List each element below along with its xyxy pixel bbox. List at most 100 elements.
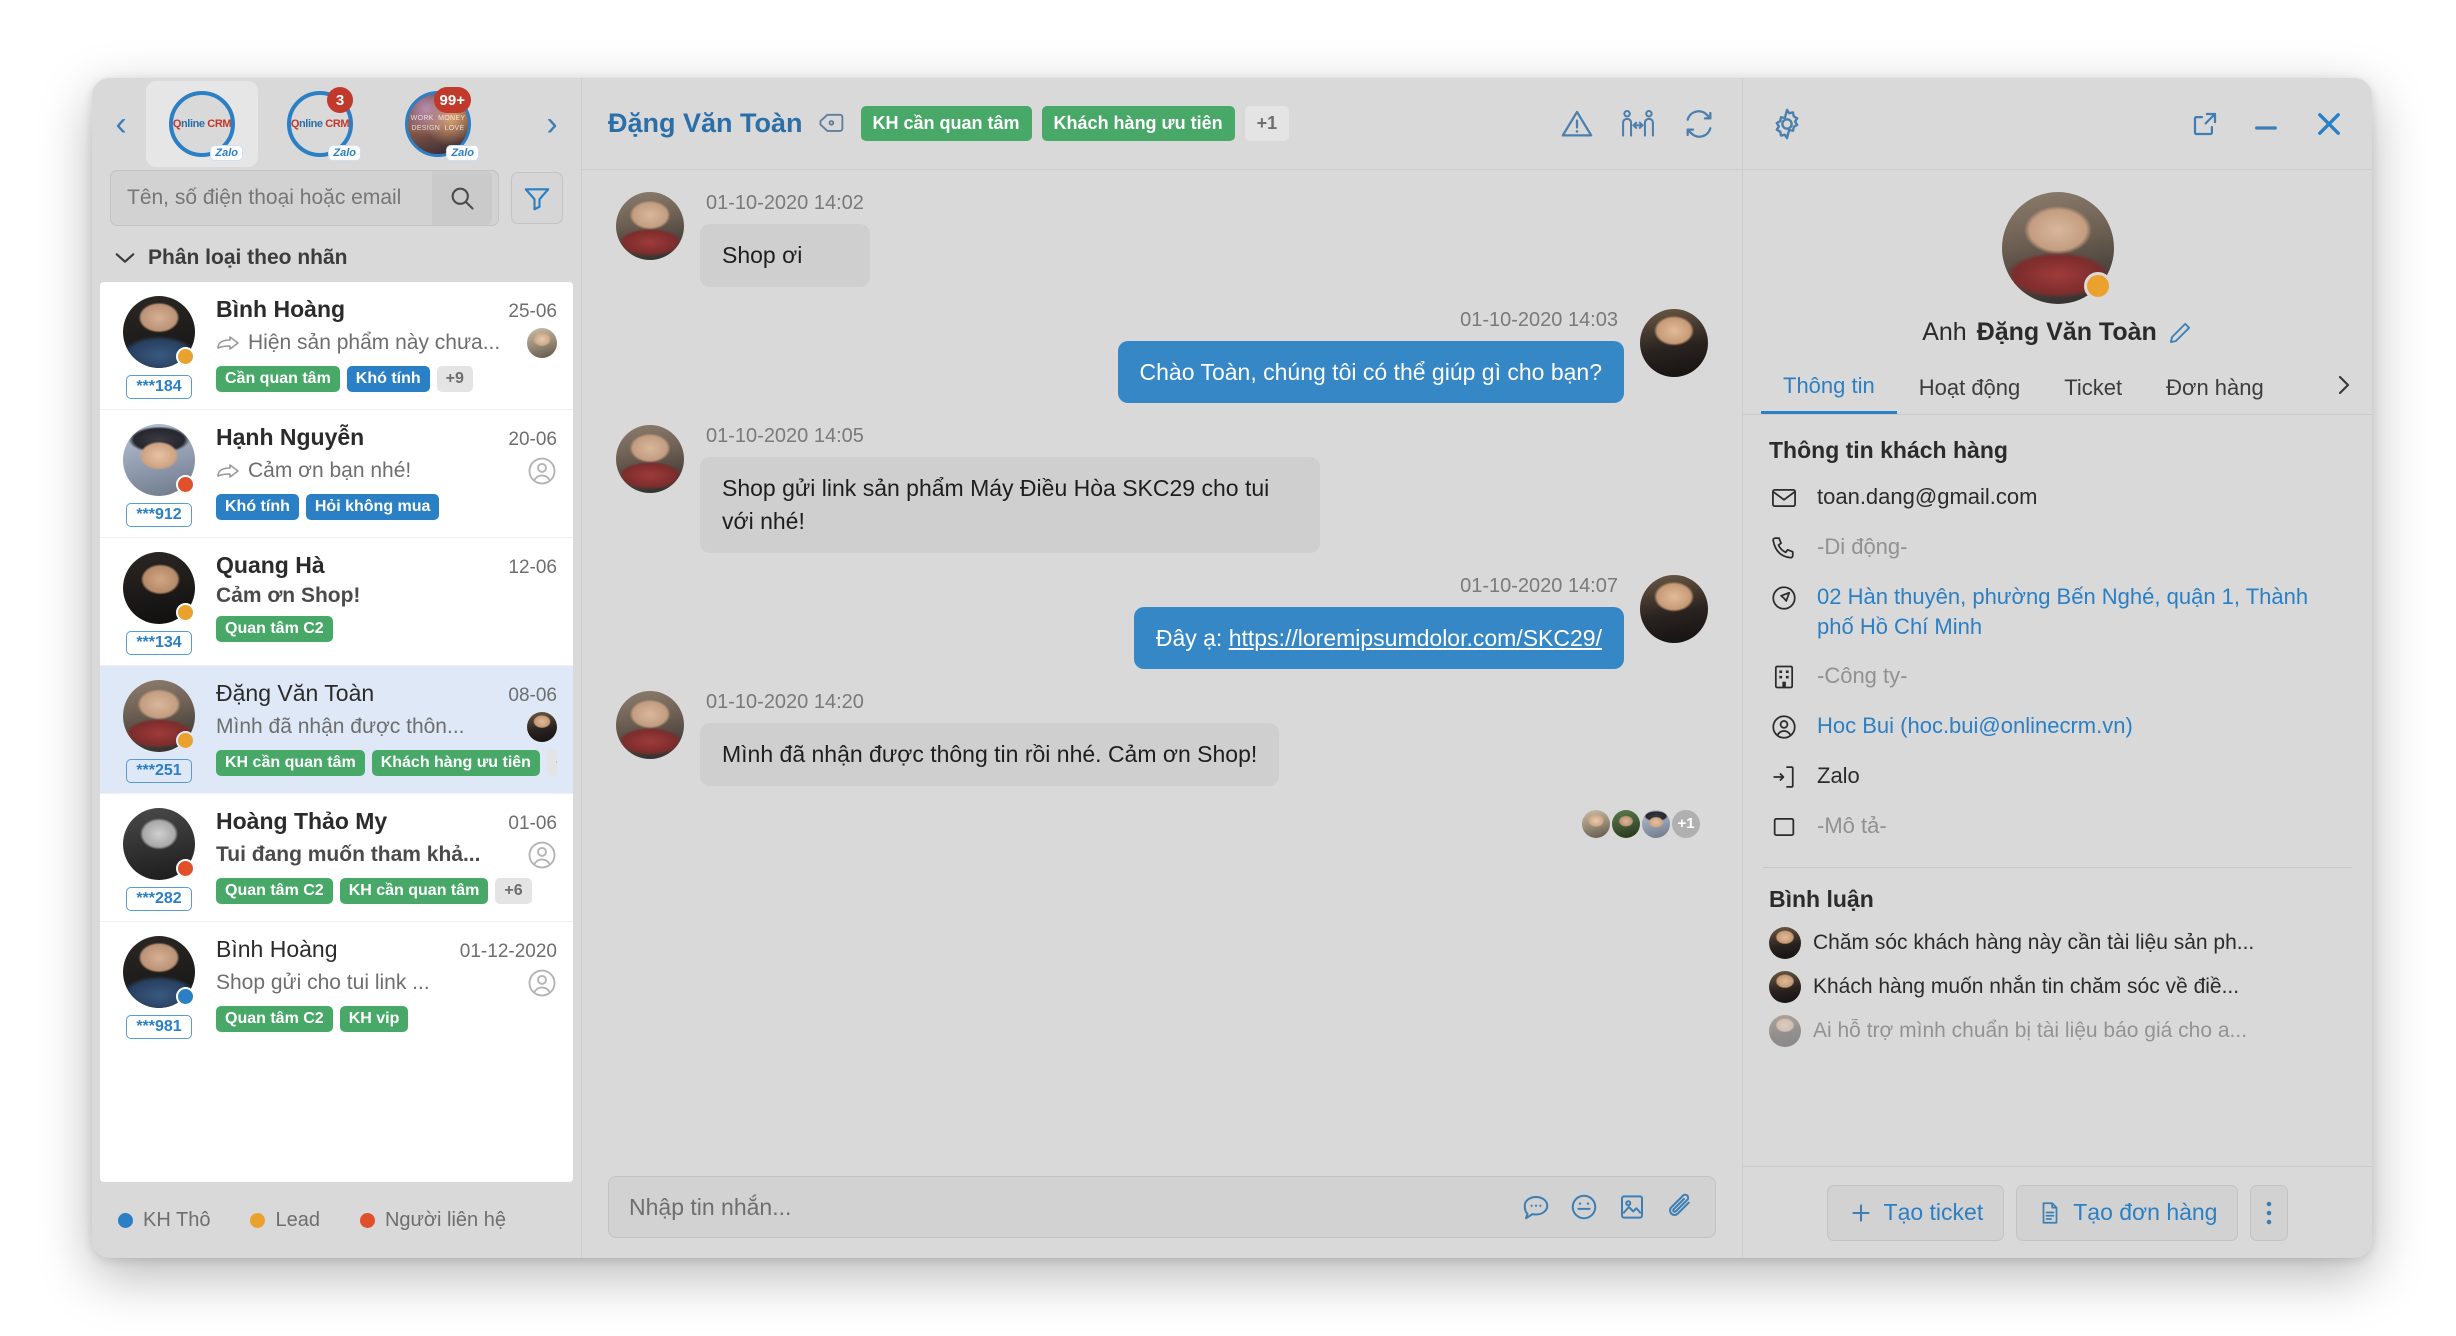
edit-pencil-icon[interactable]	[2167, 320, 2193, 346]
tabs-next-icon[interactable]	[2334, 374, 2354, 406]
create-ticket-button[interactable]: Tạo ticket	[1826, 1184, 2005, 1241]
message-timestamp: 01-10-2020 14:03	[1460, 308, 1618, 331]
tab-ticket[interactable]: Ticket	[2042, 367, 2144, 413]
header-tag-chip[interactable]: Khách hàng ưu tiên	[1041, 106, 1235, 141]
tag-chip[interactable]: Cần quan tâm	[216, 366, 340, 392]
tag-icon[interactable]	[817, 111, 847, 137]
conversation-item[interactable]: ***134 Quang Hà 12-06 Cảm ơn Shop! Quan …	[100, 538, 573, 666]
contact-name: Quang Hà	[216, 552, 325, 578]
image-icon[interactable]	[1617, 1192, 1647, 1222]
comment-item[interactable]: Khách hàng muốn nhắn tin chăm sóc về điề…	[1769, 971, 2346, 1004]
open-external-icon[interactable]	[2190, 109, 2220, 139]
info-section-title: Thông tin khách hàng	[1769, 437, 2008, 463]
phone-badge: ***134	[126, 631, 192, 655]
tag-chip[interactable]: KH cần quan tâm	[216, 750, 365, 776]
search-box[interactable]	[110, 170, 499, 226]
seen-more-badge[interactable]: +1	[1670, 807, 1702, 840]
tag-chip[interactable]: Khách hàng ưu tiên	[371, 750, 540, 776]
conversation-date: 08-06	[508, 685, 557, 706]
zalo-badge-icon: Zalo	[210, 145, 243, 161]
legend-dot-red	[359, 1212, 375, 1228]
header-tag-chip[interactable]: KH cần quan tâm	[860, 106, 1032, 141]
more-vertical-icon	[2267, 1201, 2272, 1224]
label-group-title: Phân loại theo nhãn	[148, 246, 348, 269]
conversation-item[interactable]: ***981 Bình Hoàng 01-12-2020 Shop gửi ch…	[100, 922, 573, 1049]
account-tab-1[interactable]: Qnline CRM Zalo	[146, 81, 258, 167]
reply-arrow-icon	[217, 464, 239, 478]
gear-icon[interactable]	[1769, 106, 1805, 142]
conversation-date: 01-12-2020	[459, 941, 557, 962]
minimize-icon[interactable]	[2250, 108, 2282, 140]
account-tab-2[interactable]: Qnline CRM Zalo 3	[264, 81, 376, 167]
conversation-item[interactable]: ***282 Hoàng Thảo My 01-06 Tui đang muốn…	[100, 794, 573, 922]
tag-chip[interactable]: Quan tâm C2	[216, 616, 333, 642]
search-input[interactable]	[127, 186, 432, 210]
conversation-item[interactable]: ***184 Bình Hoàng 25-06 Hiện sản phẩm nà…	[100, 282, 573, 410]
account-tab-3[interactable]: WORK MONEY DESIGN LOVE Zalo 99+	[382, 81, 494, 167]
panel-tabs[interactable]: Thông tin Hoạt động Ticket Đơn hàng	[1743, 355, 2372, 415]
legend-label: Người liên hệ	[384, 1208, 506, 1231]
conversation-date: 25-06	[508, 301, 557, 322]
phone-badge: ***981	[126, 1015, 192, 1039]
conversation-item-selected[interactable]: ***251 Đặng Văn Toàn 08-06 Mình đã nhận …	[100, 666, 573, 794]
tag-chip[interactable]: Quan tâm C2	[216, 1006, 333, 1032]
conversation-date: 20-06	[508, 429, 557, 450]
message-list[interactable]: 01-10-2020 14:02 Shop ơi 01-10-2020 14:0…	[582, 170, 1742, 1160]
header-tag-more-chip[interactable]: +1	[1244, 106, 1290, 141]
tag-more-chip[interactable]: +9	[436, 366, 473, 392]
message-text: Đây ạ:	[1155, 624, 1229, 651]
transfer-conversation-icon[interactable]	[1620, 107, 1656, 141]
tag-chip[interactable]: Hỏi không mua	[305, 494, 440, 520]
tag-chip[interactable]: Khó tính	[216, 494, 299, 520]
phone-badge: ***912	[126, 503, 192, 527]
tag-chip[interactable]: Quan tâm C2	[216, 878, 333, 904]
label-group-header[interactable]: Phân loại theo nhãn	[92, 240, 581, 282]
composer-box[interactable]	[608, 1176, 1716, 1238]
product-link[interactable]: https://loremipsumdolor.com/SKC29/	[1229, 625, 1602, 651]
zalo-badge-icon: Zalo	[446, 145, 479, 161]
sync-icon[interactable]	[1682, 107, 1716, 141]
info-row-company[interactable]: -Công ty-	[1769, 661, 2346, 691]
emoji-icon[interactable]	[1569, 1192, 1599, 1222]
conversation-list[interactable]: ***184 Bình Hoàng 25-06 Hiện sản phẩm nà…	[100, 282, 573, 1182]
location-icon	[1769, 582, 1799, 612]
email-icon	[1769, 482, 1799, 512]
info-row-phone[interactable]: -Di động-	[1769, 532, 2346, 562]
warning-icon[interactable]	[1560, 107, 1594, 141]
tag-more-chip[interactable]: +1	[546, 750, 557, 776]
tab-thong-tin[interactable]: Thông tin	[1761, 365, 1897, 414]
info-row-owner[interactable]: Hoc Bui (hoc.bui@onlinecrm.vn)	[1769, 711, 2346, 741]
legend-item-lead: Lead	[250, 1209, 320, 1232]
avatar	[616, 691, 684, 760]
message-out: 01-10-2020 14:07 Đây ạ: https://loremips…	[616, 574, 1708, 670]
status-dot	[176, 859, 195, 878]
info-row-email[interactable]: toan.dang@gmail.com	[1769, 482, 2346, 512]
search-icon[interactable]	[432, 171, 492, 225]
avatar	[1640, 308, 1708, 377]
tag-chip[interactable]: Khó tính	[346, 366, 430, 392]
filter-icon[interactable]	[511, 172, 563, 224]
conversation-item[interactable]: ***912 Hạnh Nguyễn 20-06 Cảm ơn bạn nhé!	[100, 410, 573, 538]
tag-more-chip[interactable]: +6	[495, 878, 532, 904]
message-input[interactable]	[629, 1193, 1503, 1221]
quick-reply-icon[interactable]	[1521, 1192, 1551, 1222]
close-icon[interactable]	[2312, 107, 2346, 141]
accounts-next-button[interactable]: ›	[533, 101, 571, 147]
accounts-prev-button[interactable]: ‹	[102, 101, 140, 147]
name-prefix: Anh	[1922, 318, 1967, 346]
more-actions-button[interactable]	[2250, 1184, 2289, 1241]
comment-item[interactable]: Chăm sóc khách hàng này cần tài liệu sản…	[1769, 927, 2346, 960]
create-order-button[interactable]: Tạo đơn hàng	[2016, 1184, 2239, 1241]
info-row-source[interactable]: Zalo	[1769, 761, 2346, 791]
source-value: Zalo	[1817, 763, 1860, 789]
tab-hoat-dong[interactable]: Hoạt động	[1897, 367, 2043, 413]
info-row-address[interactable]: 02 Hàn thuyên, phường Bến Nghé, quận 1, …	[1769, 582, 2346, 641]
attachment-icon[interactable]	[1665, 1192, 1695, 1222]
comment-item[interactable]: Ai hỗ trợ mình chuẩn bị tài liệu báo giá…	[1769, 1015, 2346, 1048]
tab-don-hang[interactable]: Đơn hàng	[2144, 367, 2286, 413]
email-value: toan.dang@gmail.com	[1817, 484, 2038, 509]
info-row-description[interactable]: -Mô tả-	[1769, 811, 2346, 841]
tag-chip[interactable]: KH vip	[339, 1006, 409, 1032]
tag-chip[interactable]: KH cần quan tâm	[339, 878, 489, 904]
conversation-date: 12-06	[508, 557, 557, 578]
